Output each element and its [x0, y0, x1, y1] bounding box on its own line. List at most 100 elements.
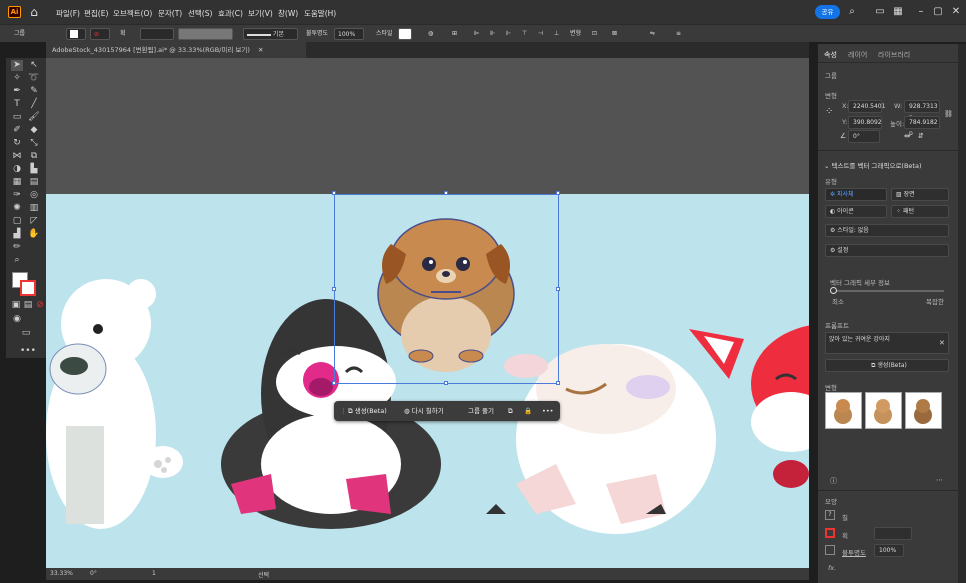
- artboard-tool-icon[interactable]: ▢: [11, 216, 23, 227]
- tab-properties[interactable]: 속성: [824, 50, 837, 60]
- prompt-input[interactable]: 앉아 있는 귀여운 강아지 ✕: [825, 332, 949, 354]
- generate-button[interactable]: ⧉ 생성(Beta): [348, 405, 387, 417]
- fx-icon[interactable]: fx.: [828, 564, 836, 572]
- gradient-tool-icon[interactable]: ▤: [28, 177, 40, 188]
- stroke-swatch[interactable]: [20, 280, 36, 296]
- stroke-swatch[interactable]: [825, 528, 835, 538]
- resize-handle[interactable]: [444, 381, 448, 385]
- eyedropper-icon[interactable]: ✑: [11, 190, 23, 201]
- curvature-tool-icon[interactable]: ✎: [28, 86, 40, 97]
- stroke-weight-field[interactable]: [140, 28, 174, 40]
- arrange-icon[interactable]: ▦: [892, 6, 904, 18]
- menu-object[interactable]: 오브젝트(O): [113, 8, 152, 19]
- magic-wand-icon[interactable]: ✧: [11, 73, 23, 84]
- menu-effect[interactable]: 효과(C): [218, 8, 243, 19]
- draw-mode-icon[interactable]: ◉: [11, 314, 23, 325]
- stroke-swatch[interactable]: ⊘: [90, 28, 110, 40]
- resize-handle[interactable]: [444, 191, 448, 195]
- fill-question-swatch[interactable]: ?: [825, 510, 835, 520]
- align-top-icon[interactable]: ⊤: [522, 28, 527, 40]
- scale-tool-icon[interactable]: ⤡: [28, 138, 40, 149]
- align-right-icon[interactable]: ⊩: [506, 28, 511, 40]
- type-subject-button[interactable]: ✲ 피사체: [825, 188, 887, 201]
- menu-type[interactable]: 문자(T): [158, 8, 182, 19]
- variable-width-profile[interactable]: [178, 28, 233, 40]
- slice-tool-icon[interactable]: ◸: [28, 216, 40, 227]
- selection-bounding-box[interactable]: [334, 194, 559, 384]
- symbol-sprayer-icon[interactable]: ✺: [11, 203, 23, 214]
- menu-edit[interactable]: 편집(E): [84, 8, 108, 19]
- column-graph-icon[interactable]: ▥: [28, 203, 40, 214]
- align-bottom-icon[interactable]: ⊥: [554, 28, 559, 40]
- stroke-weight-field[interactable]: [874, 527, 912, 540]
- zoom-field[interactable]: 33.33%: [50, 570, 73, 577]
- direct-selection-tool-icon[interactable]: ↖: [28, 60, 40, 71]
- workspace-icon[interactable]: ▭: [874, 6, 886, 18]
- opacity-field[interactable]: 100%: [874, 544, 904, 557]
- duplicate-icon[interactable]: ⧉: [508, 405, 513, 417]
- w-field[interactable]: 928.7313 p: [904, 100, 940, 121]
- panel-scrollbar[interactable]: [958, 44, 966, 583]
- eraser-icon[interactable]: ◆: [28, 125, 40, 136]
- detail-slider[interactable]: [830, 290, 944, 292]
- pen-tool-icon[interactable]: ✒: [11, 86, 23, 97]
- type-scene-button[interactable]: ▨ 장면: [891, 188, 949, 201]
- align-center-icon[interactable]: ⊪: [490, 28, 495, 40]
- drag-handle-icon[interactable]: ⋮: [340, 405, 347, 417]
- rotate-tool-icon[interactable]: ↻: [11, 138, 23, 149]
- style-dropdown[interactable]: ⚙ 스타일: 없음: [825, 224, 949, 237]
- tab-layers[interactable]: 레이어: [848, 50, 867, 60]
- align-to-icon[interactable]: ⊞: [452, 28, 457, 40]
- opacity-label[interactable]: 불투명도: [842, 547, 866, 557]
- more-icon[interactable]: •••: [542, 405, 554, 417]
- fill-swatch[interactable]: [66, 28, 86, 40]
- home-icon[interactable]: ⌂: [27, 5, 41, 19]
- menu-view[interactable]: 보기(V): [248, 8, 273, 19]
- envelope-icon[interactable]: ⊠: [612, 28, 617, 40]
- menu-select[interactable]: 선택(S): [188, 8, 212, 19]
- resize-handle[interactable]: [332, 287, 336, 291]
- x-field[interactable]: 2240.5401: [848, 100, 885, 113]
- chart-tool-icon[interactable]: ▟: [11, 229, 23, 240]
- menu-window[interactable]: 창(W): [278, 8, 298, 19]
- text-to-vector-title[interactable]: ⌄ 텍스트를 벡터 그래픽으로(Beta): [824, 160, 922, 170]
- recolor-icon[interactable]: ◍: [428, 28, 433, 40]
- paintbrush-icon[interactable]: 🖌: [28, 112, 40, 123]
- brush-definition[interactable]: 기본: [243, 28, 298, 40]
- align-left-icon[interactable]: ⊫: [474, 28, 479, 40]
- ungroup-button[interactable]: 그룹 풀기: [468, 405, 494, 417]
- live-paint-icon[interactable]: ▙: [28, 164, 40, 175]
- screen-mode-icon[interactable]: ▭: [20, 328, 32, 339]
- recolor-button[interactable]: ◍ 다시 칠하기: [404, 405, 444, 417]
- h-field[interactable]: 784.9182 p: [904, 116, 940, 137]
- generate-beta-button[interactable]: ⧉ 생성(Beta): [825, 359, 949, 372]
- width-tool-icon[interactable]: ⋈: [11, 151, 23, 162]
- isolate-icon[interactable]: ⊡: [592, 28, 597, 40]
- type-pattern-button[interactable]: ⁘ 패턴: [891, 205, 949, 218]
- search-icon[interactable]: ⌕: [846, 6, 858, 18]
- reference-point-icon[interactable]: ⁘: [825, 106, 833, 117]
- minimize-icon[interactable]: –: [915, 6, 927, 18]
- variation-thumbnail[interactable]: [865, 392, 902, 429]
- artboard-number[interactable]: 1: [152, 570, 156, 577]
- fill-stroke-swatches[interactable]: [12, 272, 38, 296]
- pencil-icon[interactable]: ✏: [11, 242, 23, 253]
- status-mode[interactable]: 선택: [258, 570, 269, 579]
- menu-file[interactable]: 파일(F): [56, 8, 80, 19]
- flip-vertical-icon[interactable]: ⇵: [918, 132, 924, 140]
- line-tool-icon[interactable]: ╱: [28, 99, 40, 110]
- constrain-proportions-icon[interactable]: ⛓: [944, 110, 953, 118]
- close-tab-icon[interactable]: ✕: [258, 46, 263, 54]
- resize-handle[interactable]: [556, 381, 560, 385]
- resize-handle[interactable]: [556, 191, 560, 195]
- shaper-tool-icon[interactable]: ✐: [11, 125, 23, 136]
- gradient-mode-icon[interactable]: ▤: [22, 300, 34, 311]
- angle-field[interactable]: 0°: [848, 130, 880, 143]
- rectangle-tool-icon[interactable]: ▭: [11, 112, 23, 123]
- perspective-grid-icon[interactable]: ▦: [11, 177, 23, 188]
- variation-thumbnail[interactable]: [825, 392, 862, 429]
- type-tool-icon[interactable]: T: [11, 99, 23, 110]
- opacity-field[interactable]: 100%: [334, 28, 364, 40]
- menu-help[interactable]: 도움말(H): [304, 8, 336, 19]
- shape-builder-icon[interactable]: ◑: [11, 164, 23, 175]
